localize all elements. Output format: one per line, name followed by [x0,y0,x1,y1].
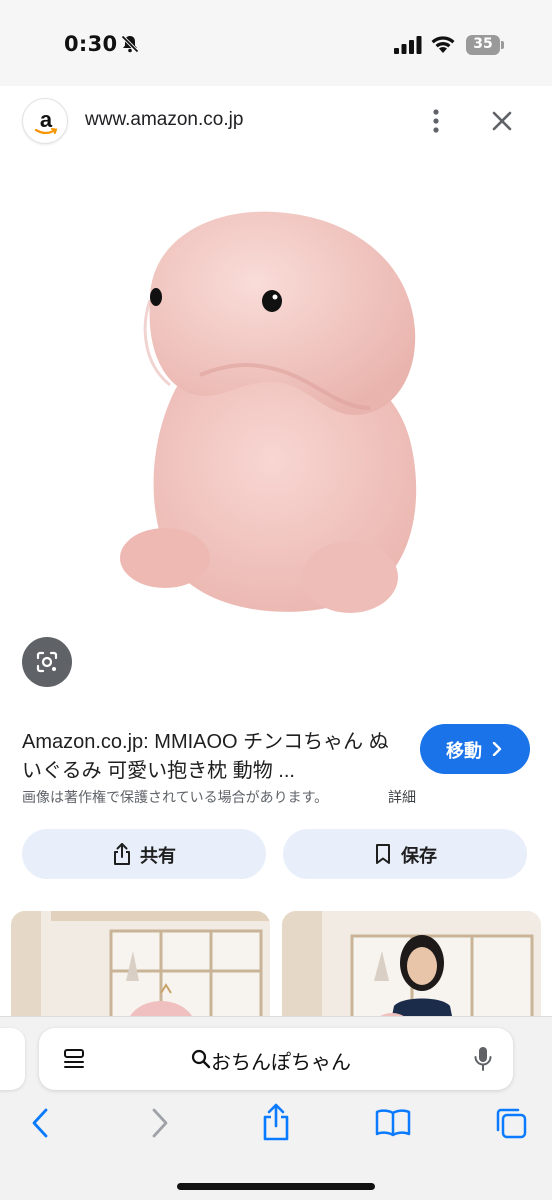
cellular-signal-icon [394,36,422,54]
share-icon[interactable] [261,1102,291,1142]
share-button-label: 共有 [140,846,176,867]
bell-off-icon [121,35,139,53]
go-button[interactable]: 移動 [420,724,530,774]
microphone-icon[interactable] [473,1045,493,1073]
bookmarks-icon[interactable] [375,1108,411,1138]
lens-search-icon [36,651,58,673]
save-button-label: 保存 [401,846,437,867]
tabs-icon[interactable] [494,1106,528,1140]
amazon-logo-icon[interactable]: a [22,98,68,144]
product-image[interactable] [90,180,470,640]
share-icon [114,843,130,865]
amazon-smile-icon [34,128,58,135]
battery-level: 35 [473,36,493,52]
address-bar[interactable]: おちんぽちゃん [39,1028,513,1090]
details-link[interactable]: 詳細 [388,787,416,807]
previous-tab[interactable] [0,1028,25,1090]
copyright-note: 画像は著作権で保護されている場合があります。 [22,789,329,805]
status-bar: 0:30 35 [0,0,552,86]
wifi-icon [431,36,455,53]
forward-icon[interactable] [148,1106,172,1140]
site-url[interactable]: www.amazon.co.jp [85,109,243,131]
battery-icon: 35 [466,35,504,55]
result-title[interactable]: Amazon.co.jp: MMIAOO チンコちゃん ぬいぐるみ 可愛い抱き枕… [22,728,407,786]
bookmark-icon [376,844,390,864]
close-icon[interactable] [487,106,517,136]
lens-search-button[interactable] [22,637,72,687]
save-button[interactable]: 保存 [283,829,527,879]
home-indicator[interactable] [177,1183,375,1190]
share-button[interactable]: 共有 [22,829,266,879]
search-icon [191,1049,211,1069]
more-vert-icon[interactable] [424,106,448,136]
result-header: a www.amazon.co.jp [0,86,552,158]
chevron-right-icon [492,742,502,756]
address-text[interactable]: おちんぽちゃん [211,1046,351,1075]
status-time: 0:30 [64,32,118,56]
reader-view-icon[interactable] [63,1047,87,1071]
go-button-label: 移動 [446,741,482,762]
back-icon[interactable] [28,1106,52,1140]
